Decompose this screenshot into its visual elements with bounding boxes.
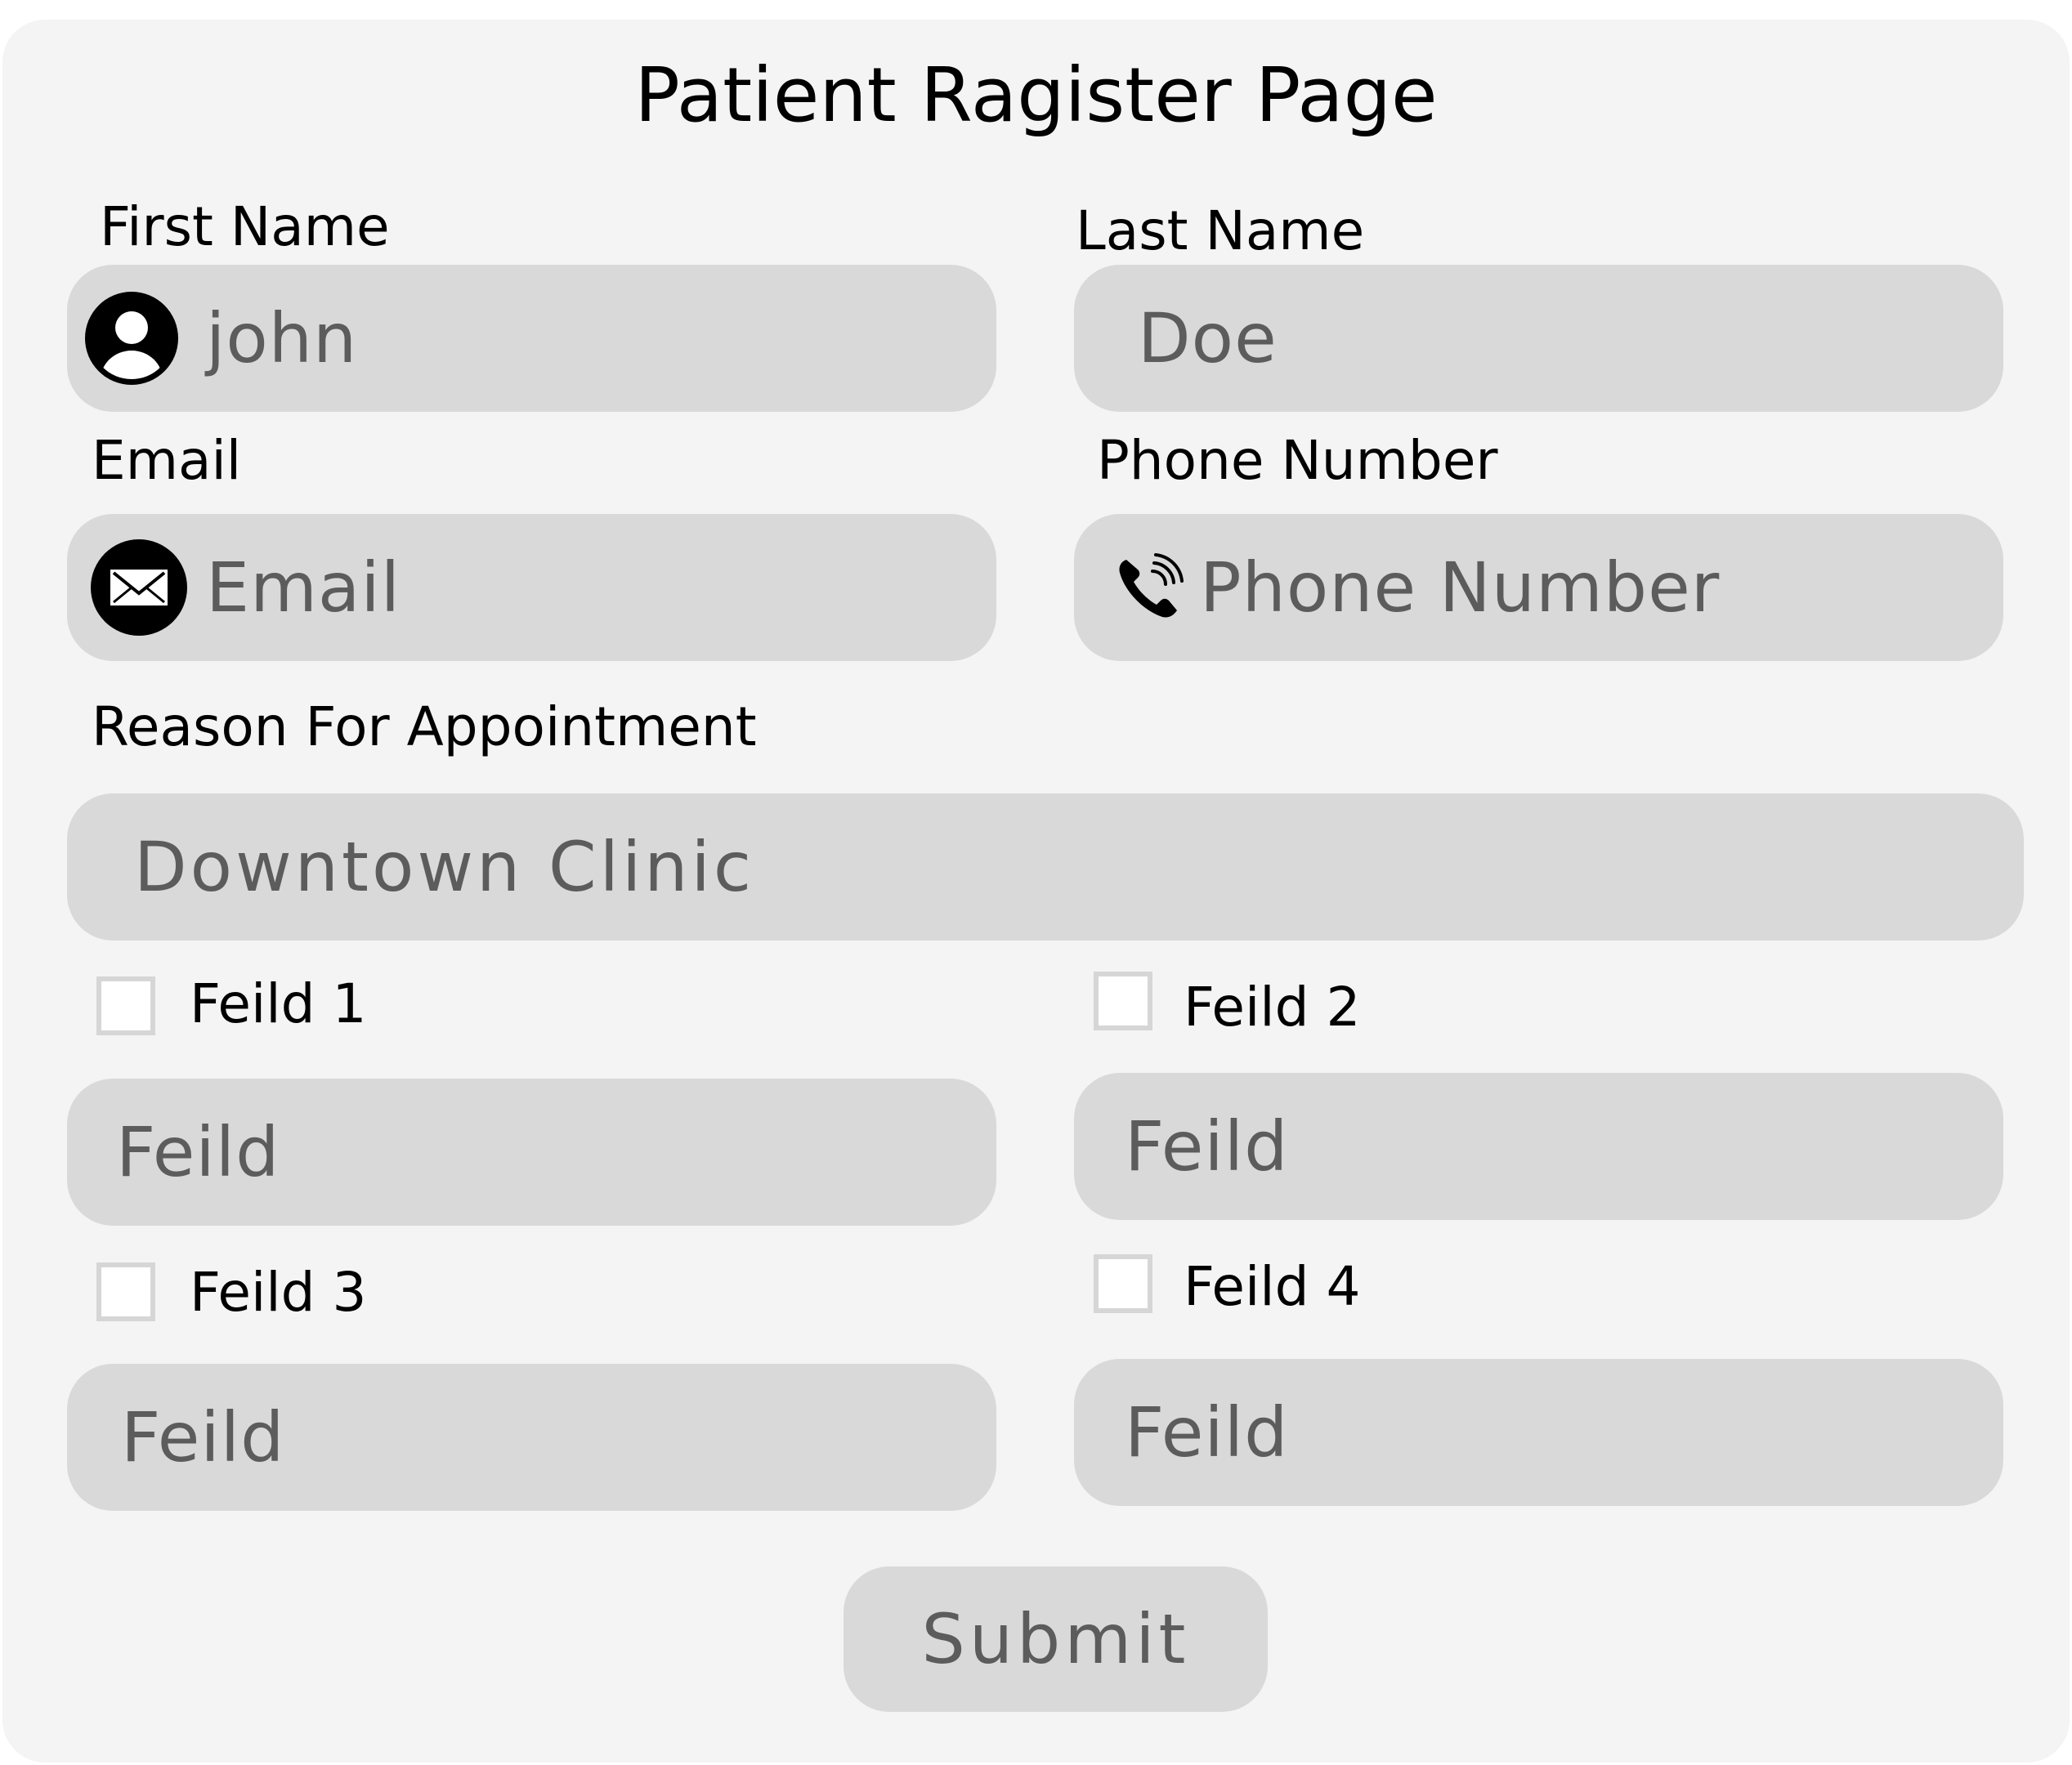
phone-number-value: Phone Number: [1200, 547, 1721, 628]
first-name-label: First Name: [100, 195, 390, 258]
page-title: Patient Ragister Page: [634, 51, 1438, 139]
email-field[interactable]: Email: [67, 514, 996, 661]
feild-4-input[interactable]: Feild: [1074, 1359, 2003, 1506]
first-name-field[interactable]: john: [67, 265, 996, 412]
feild-2-checkbox[interactable]: [1094, 972, 1152, 1030]
feild-3-label: Feild 3: [190, 1261, 367, 1324]
feild-3-value: Feild: [121, 1397, 285, 1477]
last-name-value: Doe: [1138, 298, 1278, 378]
feild-3-input[interactable]: Feild: [67, 1364, 996, 1511]
feild-4-checkbox[interactable]: [1094, 1254, 1152, 1313]
last-name-field[interactable]: Doe: [1074, 265, 2003, 412]
phone-icon: [1115, 553, 1184, 622]
feild-2-value: Feild: [1125, 1106, 1289, 1186]
email-value: Email: [206, 547, 401, 628]
feild-1-input[interactable]: Feild: [67, 1079, 996, 1226]
feild-4-label: Feild 4: [1184, 1255, 1361, 1318]
reason-label: Reason For Appointment: [92, 695, 757, 758]
feild-1-checkbox[interactable]: [96, 976, 155, 1035]
email-label: Email: [92, 429, 242, 492]
feild-2-label: Feild 2: [1184, 976, 1361, 1039]
user-circle-icon: [85, 292, 178, 385]
reason-value: Downtown Clinic: [134, 827, 755, 907]
last-name-label: Last Name: [1076, 199, 1365, 262]
envelope-icon: [91, 539, 187, 636]
first-name-value: john: [206, 298, 358, 378]
feild-2-input[interactable]: Feild: [1074, 1073, 2003, 1220]
phone-number-field[interactable]: Phone Number: [1074, 514, 2003, 661]
feild-1-value: Feild: [116, 1112, 280, 1192]
submit-button[interactable]: Submit: [844, 1566, 1268, 1712]
feild-3-checkbox[interactable]: [96, 1262, 155, 1321]
feild-4-value: Feild: [1125, 1392, 1289, 1472]
feild-1-label: Feild 1: [190, 972, 367, 1035]
reason-field[interactable]: Downtown Clinic: [67, 793, 2024, 941]
phone-number-label: Phone Number: [1097, 429, 1498, 492]
